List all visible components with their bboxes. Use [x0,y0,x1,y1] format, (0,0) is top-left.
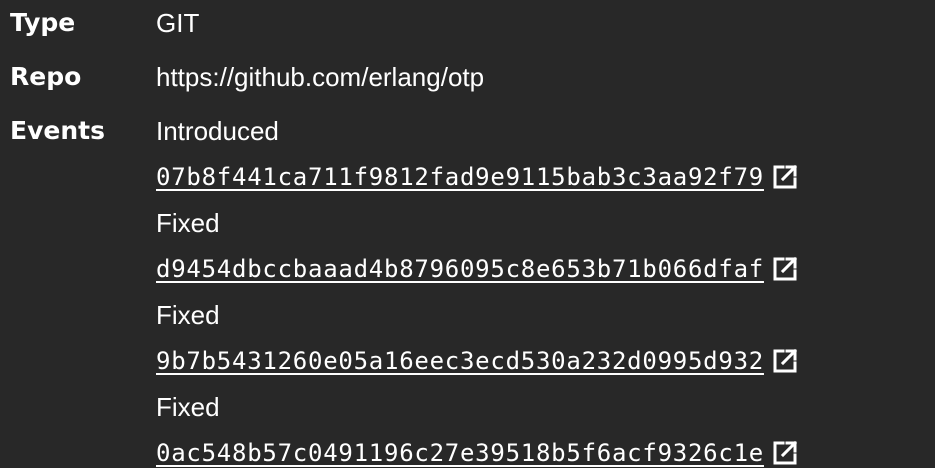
event-type: Fixed [156,208,220,238]
event-commit-row: 0ac548b57c0491196c27e39518b5f6acf9326c1e [156,437,800,468]
commit-link[interactable]: 0ac548b57c0491196c27e39518b5f6acf9326c1e [156,439,764,467]
external-link-icon[interactable] [770,162,800,192]
event-commit-row: 9b7b5431260e05a16eec3ecd530a232d0995d932 [156,345,800,377]
event-commit-row: 07b8f441ca711f9812fad9e9115bab3c3aa92f79 [156,161,800,193]
repo-label: Repo [10,62,82,91]
type-value: GIT [156,8,200,38]
commit-link[interactable]: d9454dbccbaaad4b8796095c8e653b71b066dfaf [156,255,764,283]
event-type: Fixed [156,300,220,330]
external-link-icon[interactable] [770,346,800,376]
events-label: Events [10,116,105,145]
external-link-icon[interactable] [770,254,800,284]
event-commit-row: d9454dbccbaaad4b8796095c8e653b71b066dfaf [156,253,800,285]
event-type: Introduced [156,116,279,146]
type-label: Type [10,8,76,37]
commit-link[interactable]: 9b7b5431260e05a16eec3ecd530a232d0995d932 [156,347,764,375]
commit-link[interactable]: 07b8f441ca711f9812fad9e9115bab3c3aa92f79 [156,163,764,191]
event-type: Fixed [156,392,220,422]
external-link-icon[interactable] [770,438,800,468]
repo-value: https://github.com/erlang/otp [156,62,485,92]
